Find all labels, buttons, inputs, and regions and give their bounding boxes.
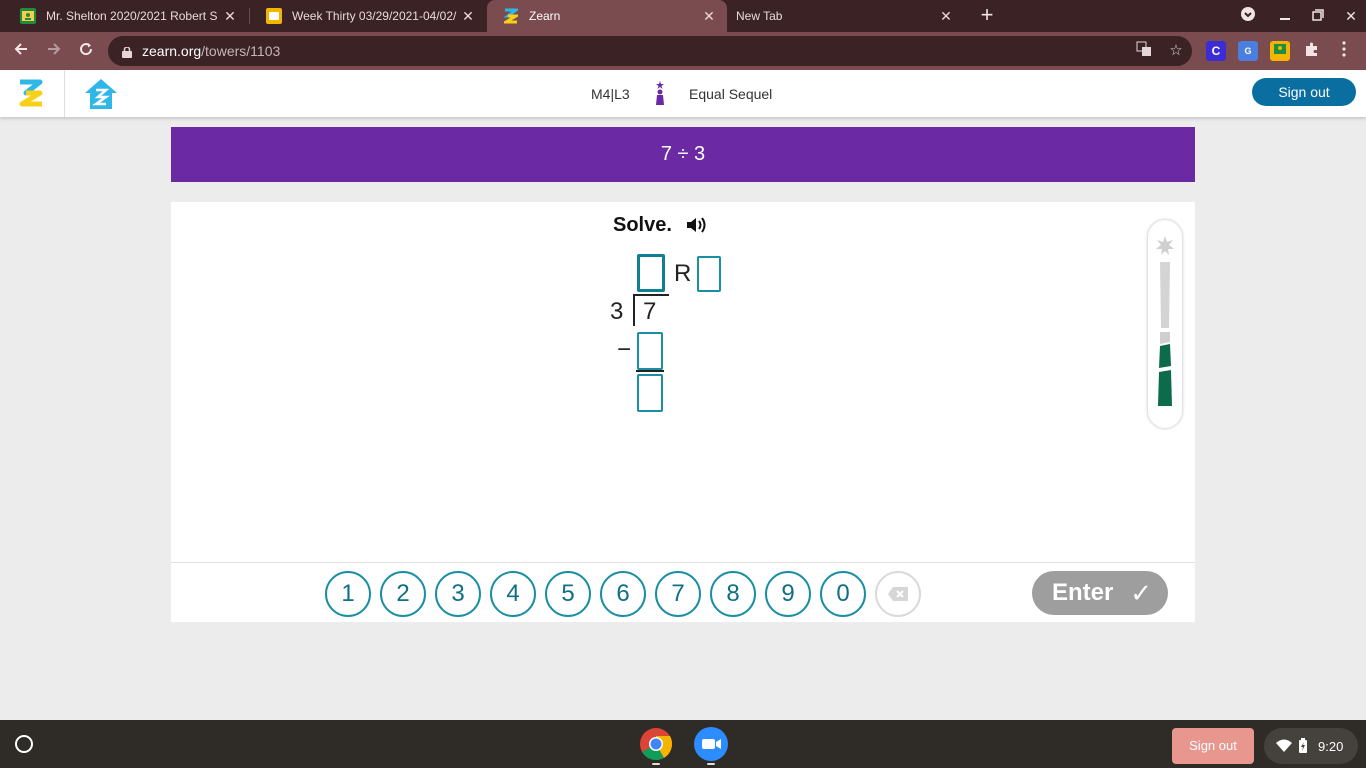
zearn-logo-icon[interactable]	[16, 76, 46, 110]
problem-banner: 7 ÷ 3	[171, 127, 1195, 182]
key-1[interactable]: 1	[325, 571, 371, 617]
minus-sign: −	[617, 336, 632, 363]
close-window-icon[interactable]: ✕	[1341, 6, 1361, 26]
key-7[interactable]: 7	[655, 571, 701, 617]
translate-icon[interactable]	[1134, 41, 1154, 61]
lesson-pawn-icon	[653, 81, 667, 105]
minimize-icon[interactable]	[1275, 6, 1295, 26]
key-4[interactable]: 4	[490, 571, 536, 617]
menu-dots-icon[interactable]	[1334, 41, 1354, 61]
tab-zearn[interactable]: Zearn ✕	[487, 0, 727, 32]
speaker-icon[interactable]	[685, 215, 709, 235]
key-2[interactable]: 2	[380, 571, 426, 617]
back-icon[interactable]	[10, 40, 32, 62]
dividend: 7	[643, 298, 657, 325]
enter-label: Enter	[1052, 579, 1114, 606]
difference-input[interactable]	[637, 374, 663, 412]
status-tray[interactable]: 9:20	[1264, 728, 1358, 764]
new-tab-icon[interactable]: +	[976, 4, 998, 27]
key-9[interactable]: 9	[765, 571, 811, 617]
header-divider	[64, 70, 65, 117]
google-slides-icon	[266, 8, 282, 24]
zoom-app-icon[interactable]	[694, 727, 728, 761]
problem-card: Solve. R 3 7 − 1 2 3 4 5 6 7 8 9 0 Enter…	[171, 202, 1195, 622]
tab-slides[interactable]: Week Thirty 03/29/2021-04/02/ ✕	[250, 0, 486, 32]
backspace-key[interactable]	[875, 571, 921, 617]
reload-icon[interactable]	[75, 40, 97, 62]
keypad-divider	[171, 562, 1195, 563]
close-tab-icon[interactable]: ✕	[222, 8, 238, 24]
zearn-icon	[503, 8, 519, 24]
key-5[interactable]: 5	[545, 571, 591, 617]
home-icon[interactable]	[82, 76, 120, 112]
browser-toolbar: zearn.org/towers/1103 ☆ C G	[0, 32, 1366, 70]
tab-title: Mr. Shelton 2020/2021 Robert S	[46, 9, 218, 23]
zearn-header: M4|L3 Equal Sequel Sign out	[0, 70, 1366, 117]
url-path: /towers/1103	[201, 43, 281, 59]
division-bar	[633, 294, 669, 296]
quotient-input[interactable]	[637, 254, 665, 292]
running-indicator	[652, 763, 660, 765]
progress-meter-graphic	[1156, 236, 1174, 406]
key-6[interactable]: 6	[600, 571, 646, 617]
progress-meter	[1148, 220, 1182, 428]
forward-icon[interactable]	[43, 40, 65, 62]
key-0[interactable]: 0	[820, 571, 866, 617]
classroom-extension-icon[interactable]	[1270, 41, 1290, 61]
browser-tab-strip: Mr. Shelton 2020/2021 Robert S ✕ Week Th…	[0, 0, 1366, 32]
lesson-code: M4|L3	[591, 86, 630, 102]
subtract-input[interactable]	[637, 332, 663, 370]
divisor: 3	[610, 298, 624, 325]
shelf-sign-out-button[interactable]: Sign out	[1172, 728, 1254, 764]
lock-icon[interactable]	[122, 45, 132, 58]
remainder-label: R	[674, 260, 692, 287]
tab-classroom[interactable]: Mr. Shelton 2020/2021 Robert S ✕	[4, 0, 248, 32]
enter-button[interactable]: Enter ✓	[1032, 571, 1168, 615]
tab-new[interactable]: New Tab ✕	[720, 0, 964, 32]
division-bracket	[633, 294, 635, 326]
check-icon: ✓	[1130, 578, 1152, 608]
key-8[interactable]: 8	[710, 571, 756, 617]
tab-search-icon[interactable]	[1238, 6, 1258, 26]
wifi-icon	[1276, 739, 1292, 755]
extension-c-icon[interactable]: C	[1206, 41, 1226, 61]
extensions-puzzle-icon[interactable]	[1302, 41, 1322, 61]
url-text: zearn.org/towers/1103	[142, 43, 280, 59]
address-bar[interactable]: zearn.org/towers/1103 ☆	[108, 36, 1192, 66]
tab-title: New Tab	[736, 9, 783, 23]
restore-icon[interactable]	[1308, 6, 1328, 26]
lesson-name: Equal Sequel	[689, 86, 773, 102]
bookmark-star-icon[interactable]: ☆	[1166, 41, 1186, 61]
google-classroom-icon	[20, 8, 36, 24]
close-tab-icon[interactable]: ✕	[938, 8, 954, 24]
google-translate-extension-icon[interactable]: G	[1238, 41, 1258, 61]
sign-out-button[interactable]: Sign out	[1252, 78, 1356, 106]
instruction-text: Solve.	[613, 214, 672, 236]
os-shelf: Sign out 9:20	[0, 720, 1366, 768]
battery-icon	[1299, 738, 1307, 756]
launcher-icon[interactable]	[15, 735, 33, 753]
subtraction-line	[636, 370, 664, 372]
backspace-icon	[888, 587, 908, 601]
tab-title: Week Thirty 03/29/2021-04/02/	[292, 9, 457, 23]
close-tab-icon[interactable]: ✕	[701, 8, 717, 24]
url-host: zearn.org	[142, 43, 202, 59]
clock-time: 9:20	[1318, 739, 1344, 754]
remainder-input[interactable]	[697, 256, 721, 292]
tab-title: Zearn	[529, 9, 561, 23]
running-indicator	[707, 763, 715, 765]
chrome-app-icon[interactable]	[639, 727, 673, 761]
key-3[interactable]: 3	[435, 571, 481, 617]
close-tab-icon[interactable]: ✕	[460, 8, 476, 24]
